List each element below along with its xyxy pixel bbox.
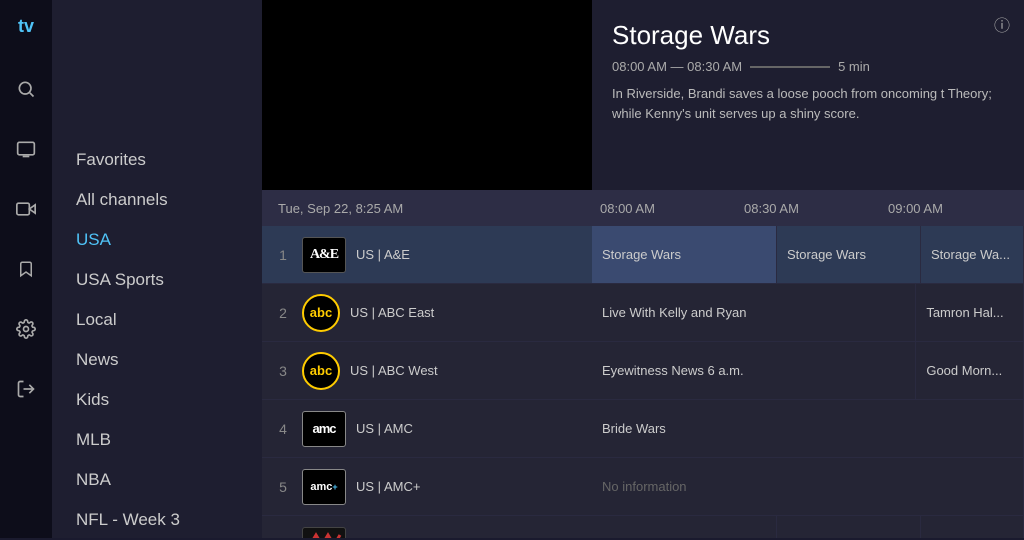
channels-container[interactable]: 1 A&E US | A&E Storage Wars Storage Wars… bbox=[262, 226, 1024, 538]
search-icon[interactable] bbox=[10, 73, 42, 105]
program-1-1[interactable]: Storage Wars bbox=[777, 226, 921, 283]
show-time: 08:00 AM — 08:30 AM 5 min bbox=[612, 59, 1004, 74]
channel-info-1: 1 A&E US | A&E bbox=[262, 237, 592, 273]
channel-row-5[interactable]: 5 amc+ US | AMC+ No information bbox=[262, 458, 1024, 516]
channel-row-2[interactable]: 2 abc US | ABC East Live With Kelly and … bbox=[262, 284, 1024, 342]
channel-programs-1: Storage Wars Storage Wars Storage Wa... bbox=[592, 226, 1024, 283]
channel-row-6[interactable]: 6 US | American Heroes Channel America: … bbox=[262, 516, 1024, 538]
nav-item-usa-sports[interactable]: USA Sports bbox=[52, 260, 262, 300]
record-icon[interactable] bbox=[10, 193, 42, 225]
channel-programs-2: Live With Kelly and Ryan Tamron Hal... bbox=[592, 284, 1024, 341]
channel-row-3[interactable]: 3 abc US | ABC West Eyewitness News 6 a.… bbox=[262, 342, 1024, 400]
nav-item-favorites[interactable]: Favorites bbox=[52, 140, 262, 180]
channel-name-2: US | ABC East bbox=[350, 305, 434, 320]
nav-item-news[interactable]: News bbox=[52, 340, 262, 380]
channel-number-3: 3 bbox=[274, 363, 292, 379]
channel-programs-4: Bride Wars bbox=[592, 400, 1024, 457]
nav-item-nba[interactable]: NBA bbox=[52, 460, 262, 500]
channel-programs-3: Eyewitness News 6 a.m. Good Morn... bbox=[592, 342, 1024, 399]
channel-number-2: 2 bbox=[274, 305, 292, 321]
nav-item-mlb[interactable]: MLB bbox=[52, 420, 262, 460]
sidebar-icons-panel: tv bbox=[0, 0, 52, 538]
channel-logo-amc: amc bbox=[302, 411, 346, 447]
time-slot-1: 08:30 AM bbox=[736, 201, 880, 216]
channel-row-1[interactable]: 1 A&E US | A&E Storage Wars Storage Wars… bbox=[262, 226, 1024, 284]
main-content: ⓘ Storage Wars 08:00 AM — 08:30 AM 5 min… bbox=[262, 0, 1024, 538]
channel-name-4: US | AMC bbox=[356, 421, 413, 436]
time-slot-2: 09:00 AM bbox=[880, 201, 1024, 216]
channel-number-4: 4 bbox=[274, 421, 292, 437]
channel-number-1: 1 bbox=[274, 247, 292, 263]
program-1-2[interactable]: Storage Wa... bbox=[921, 226, 1024, 283]
nav-item-usa[interactable]: USA bbox=[52, 220, 262, 260]
time-header: Tue, Sep 22, 8:25 AM 08:00 AM 08:30 AM 0… bbox=[262, 190, 1024, 226]
channel-logo-ahc bbox=[302, 527, 346, 539]
show-info-panel: ⓘ Storage Wars 08:00 AM — 08:30 AM 5 min… bbox=[592, 0, 1024, 190]
time-slots: 08:00 AM 08:30 AM 09:00 AM bbox=[592, 201, 1024, 216]
channel-logo-abc2: abc bbox=[302, 352, 340, 390]
channel-guide: Tue, Sep 22, 8:25 AM 08:00 AM 08:30 AM 0… bbox=[262, 190, 1024, 538]
settings-icon[interactable] bbox=[10, 313, 42, 345]
channel-info-6: 6 US | American Heroes Channel bbox=[262, 527, 592, 539]
channel-info-2: 2 abc US | ABC East bbox=[262, 294, 592, 332]
channel-logo-amcp: amc+ bbox=[302, 469, 346, 505]
guide-date: Tue, Sep 22, 8:25 AM bbox=[262, 201, 592, 216]
channel-programs-5: No information bbox=[592, 458, 1024, 515]
program-2-0[interactable]: Live With Kelly and Ryan bbox=[592, 284, 916, 341]
nav-item-nfl[interactable]: NFL - Week 3 bbox=[52, 500, 262, 540]
channel-info-3: 3 abc US | ABC West bbox=[262, 352, 592, 390]
channel-name-3: US | ABC West bbox=[350, 363, 438, 378]
nav-item-local[interactable]: Local bbox=[52, 300, 262, 340]
program-2-2[interactable]: Tamron Hal... bbox=[916, 284, 1024, 341]
program-4-0[interactable]: Bride Wars bbox=[592, 400, 1024, 457]
app-logo: tv bbox=[18, 16, 34, 37]
exit-icon[interactable] bbox=[10, 373, 42, 405]
channel-info-5: 5 amc+ US | AMC+ bbox=[262, 469, 592, 505]
show-time-range: 08:00 AM — 08:30 AM bbox=[612, 59, 742, 74]
channel-info-4: 4 amc US | AMC bbox=[262, 411, 592, 447]
info-icon[interactable]: ⓘ bbox=[994, 12, 1010, 36]
program-3-0[interactable]: Eyewitness News 6 a.m. bbox=[592, 342, 916, 399]
program-6-1[interactable] bbox=[777, 516, 921, 538]
top-section: ⓘ Storage Wars 08:00 AM — 08:30 AM 5 min… bbox=[262, 0, 1024, 190]
video-preview[interactable] bbox=[262, 0, 592, 190]
program-6-0[interactable]: America: Facts vs. Fiction bbox=[592, 516, 777, 538]
channel-logo-abc1: abc bbox=[302, 294, 340, 332]
nav-item-kids[interactable]: Kids bbox=[52, 380, 262, 420]
nav-menu: Favorites All channels USA USA Sports Lo… bbox=[52, 0, 262, 538]
nav-item-all-channels[interactable]: All channels bbox=[52, 180, 262, 220]
show-description: In Riverside, Brandi saves a loose pooch… bbox=[612, 84, 1004, 123]
show-duration: 5 min bbox=[838, 59, 870, 74]
time-bar bbox=[750, 66, 830, 68]
channel-row-4[interactable]: 4 amc US | AMC Bride Wars bbox=[262, 400, 1024, 458]
program-5-0[interactable]: No information bbox=[592, 458, 1024, 515]
program-1-0[interactable]: Storage Wars bbox=[592, 226, 777, 283]
channel-logo-ae: A&E bbox=[302, 237, 346, 273]
program-3-2[interactable]: Good Morn... bbox=[916, 342, 1024, 399]
channel-name-5: US | AMC+ bbox=[356, 479, 420, 494]
show-title: Storage Wars bbox=[612, 20, 1004, 51]
channel-programs-6: America: Facts vs. Fiction America: Fa..… bbox=[592, 516, 1024, 538]
tv-icon[interactable] bbox=[10, 133, 42, 165]
time-slot-0: 08:00 AM bbox=[592, 201, 736, 216]
program-6-2[interactable]: America: Fa... bbox=[921, 516, 1024, 538]
channel-name-1: US | A&E bbox=[356, 247, 410, 262]
channel-number-5: 5 bbox=[274, 479, 292, 495]
bookmark-icon[interactable] bbox=[10, 253, 42, 285]
